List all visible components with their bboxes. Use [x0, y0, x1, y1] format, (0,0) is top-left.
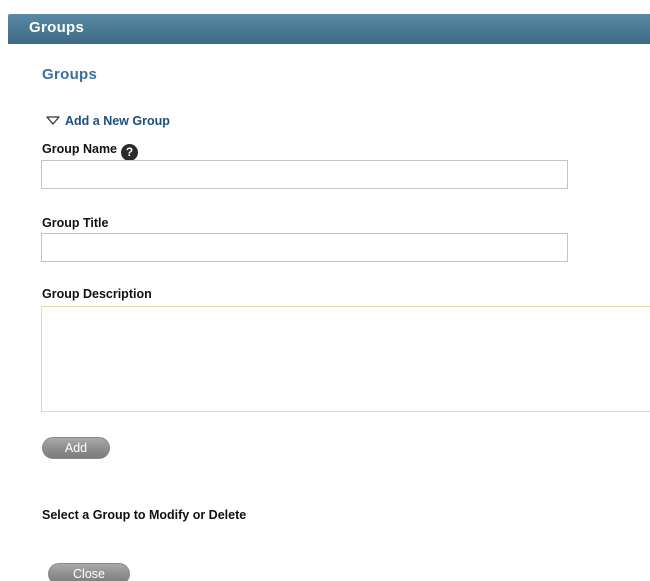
select-group-prompt: Select a Group to Modify or Delete — [42, 508, 247, 522]
help-icon[interactable]: ? — [121, 144, 139, 161]
group-name-input[interactable] — [41, 160, 568, 189]
section-title: Groups — [42, 66, 98, 83]
window-title: Groups — [29, 19, 85, 36]
triangle-down-icon — [46, 116, 60, 125]
group-description-label: Group Description — [42, 287, 152, 301]
group-description-textarea[interactable] — [41, 306, 650, 412]
add-group-toggle[interactable]: Add a New Group — [46, 114, 170, 128]
window-titlebar: Groups — [8, 14, 650, 44]
groups-page: Groups Groups Add a New Group Group Name… — [0, 0, 650, 581]
group-title-input[interactable] — [41, 233, 568, 262]
close-button[interactable]: Close — [48, 563, 130, 581]
group-name-label: Group Name — [42, 142, 118, 156]
group-name-label-row: Group Name? — [42, 142, 139, 161]
group-title-label: Group Title — [42, 216, 109, 230]
add-group-toggle-label: Add a New Group — [65, 114, 170, 128]
add-button[interactable]: Add — [42, 437, 110, 459]
